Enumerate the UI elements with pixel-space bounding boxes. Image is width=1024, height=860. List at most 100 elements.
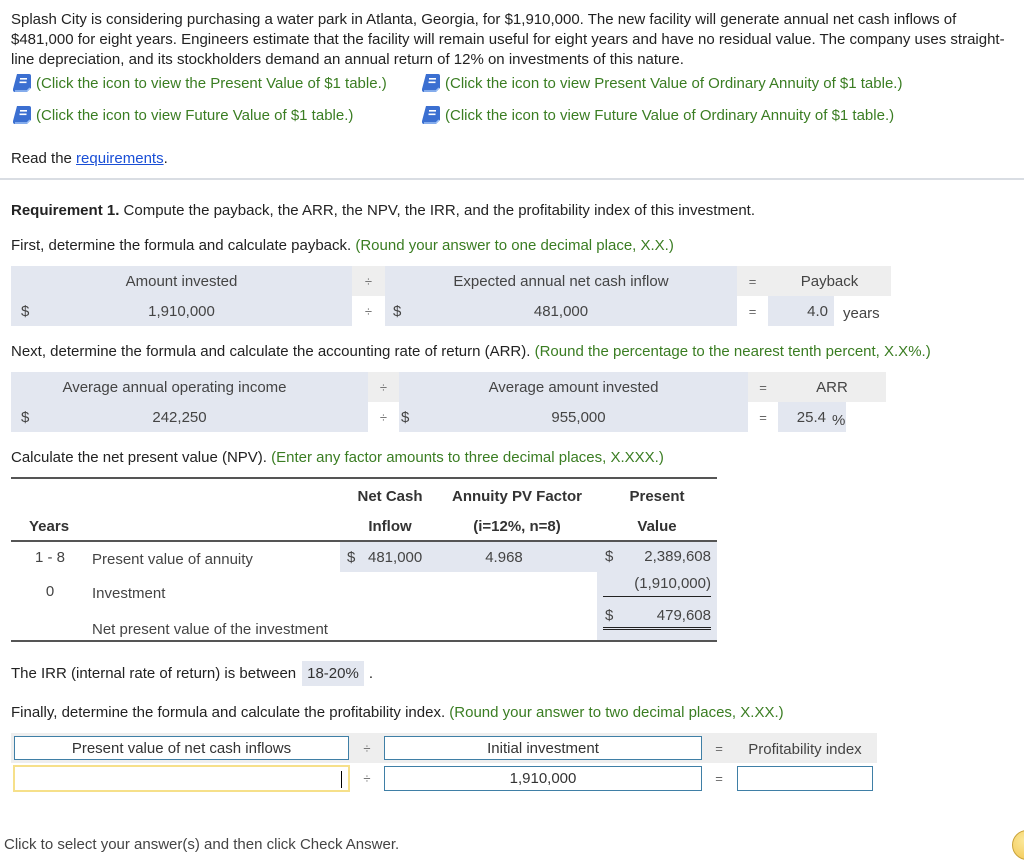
fv-annuity-table-link[interactable]: (Click the icon to view Future Value of … bbox=[420, 104, 894, 126]
annuity-factor-value[interactable]: 4.968 bbox=[434, 549, 574, 566]
present-value[interactable]: 2,389,608 bbox=[644, 548, 711, 565]
pv-header-1: Present bbox=[629, 487, 685, 505]
operating-income-value: 242,250 bbox=[152, 408, 207, 426]
operating-income-cell: $ 242,250 bbox=[11, 402, 368, 432]
avg-amount-invested-value: 955,000 bbox=[551, 408, 606, 426]
help-icon[interactable] bbox=[1012, 830, 1024, 860]
irr-range-select[interactable]: 18-20% bbox=[302, 660, 364, 686]
currency-symbol: $ bbox=[347, 548, 356, 566]
amount-invested-value: 1,910,000 bbox=[148, 302, 215, 320]
annual-inflow-value: 481,000 bbox=[533, 302, 589, 320]
currency-symbol: $ bbox=[605, 547, 614, 565]
irr-prefix: The IRR (internal rate of return) is bet… bbox=[11, 664, 297, 682]
row-label: Investment bbox=[92, 584, 166, 602]
equals-operator: = bbox=[737, 266, 768, 296]
years-cell: 1 - 8 bbox=[34, 548, 65, 566]
instruction-text: Next, determine the formula and calculat… bbox=[11, 343, 531, 360]
avg-amount-invested-header: Average amount invested bbox=[399, 372, 748, 402]
net-cash-inflow-value: 481,000 bbox=[368, 548, 423, 566]
irr-suffix: . bbox=[368, 664, 373, 682]
requirement-text: Compute the payback, the ARR, the NPV, t… bbox=[119, 202, 755, 219]
inflow-factor-cells: $ 481,000 4.968 bbox=[340, 542, 597, 572]
currency-symbol: $ bbox=[21, 408, 30, 426]
npv-instruction: Calculate the net present value (NPV). (… bbox=[11, 449, 664, 466]
hint-text: (Round the percentage to the nearest ten… bbox=[534, 343, 931, 360]
amount-invested-cell: $ 1,910,000 bbox=[11, 296, 352, 326]
table-top-rule bbox=[11, 477, 717, 479]
years-cell: 0 bbox=[45, 582, 55, 600]
profitability-index-header: Profitability index bbox=[748, 740, 862, 758]
annual-inflow-header: Expected annual net cash inflow bbox=[385, 266, 737, 296]
pv-header-2: Value bbox=[637, 517, 677, 535]
read-prefix: Read the bbox=[11, 150, 77, 167]
payback-answer-field[interactable]: 4.0 bbox=[768, 296, 834, 326]
book-icon bbox=[13, 106, 31, 124]
arr-header: ARR bbox=[778, 372, 886, 402]
requirements-link[interactable]: requirements bbox=[76, 150, 164, 167]
initial-investment-input[interactable]: 1,910,000 bbox=[384, 766, 702, 791]
divide-operator: ÷ bbox=[363, 770, 371, 786]
problem-statement: Splash City is considering purchasing a … bbox=[11, 11, 1005, 68]
pi-instruction: Finally, determine the formula and calcu… bbox=[11, 704, 784, 721]
footer-instruction: Click to select your answer(s) and then … bbox=[4, 836, 400, 853]
link-label: (Click the icon to view Future Value of … bbox=[445, 106, 895, 124]
requirement-label: Requirement 1. bbox=[11, 202, 120, 219]
instruction-text: Calculate the net present value (NPV). bbox=[11, 449, 267, 466]
table-bottom-rule bbox=[11, 640, 717, 642]
hint-text: (Round your answer to two decimal places… bbox=[449, 704, 784, 721]
investment-value[interactable]: (1,910,000) bbox=[603, 571, 711, 597]
hint-text: (Round your answer to one decimal place,… bbox=[355, 237, 674, 254]
future-value-table-link[interactable]: (Click the icon to view Future Value of … bbox=[11, 104, 353, 126]
pv-cell: $ 2,389,608 bbox=[605, 542, 711, 570]
book-icon bbox=[422, 74, 440, 92]
row-label: Present value of annuity bbox=[92, 550, 253, 568]
pv-net-inflows-header[interactable]: Present value of net cash inflows bbox=[14, 736, 349, 760]
pv-annuity-table-link[interactable]: (Click the icon to view Present Value of… bbox=[420, 72, 902, 94]
avg-amount-invested-cell: $ 955,000 bbox=[399, 402, 748, 432]
requirement-1-title: Requirement 1. Compute the payback, the … bbox=[11, 202, 755, 219]
link-label: (Click the icon to view Present Value of… bbox=[445, 74, 903, 92]
divide-operator: ÷ bbox=[363, 740, 371, 756]
payback-instruction: First, determine the formula and calcula… bbox=[11, 237, 674, 254]
divider bbox=[0, 178, 1024, 180]
factor-header-1: Annuity PV Factor bbox=[451, 487, 582, 505]
equals-operator: = bbox=[759, 409, 767, 425]
pv-net-inflows-input[interactable] bbox=[13, 765, 350, 792]
irr-statement: The IRR (internal rate of return) is bet… bbox=[11, 659, 373, 687]
read-requirements: Read the requirements. bbox=[11, 150, 168, 167]
amount-invested-header: Amount invested bbox=[11, 266, 352, 296]
divide-operator: ÷ bbox=[364, 303, 373, 319]
divide-operator: ÷ bbox=[379, 409, 388, 425]
read-suffix: . bbox=[163, 150, 168, 167]
npv-cell: $ 479,608 bbox=[603, 604, 711, 630]
currency-symbol: $ bbox=[401, 408, 410, 426]
equals-operator: = bbox=[748, 372, 778, 402]
book-icon bbox=[13, 74, 31, 92]
net-cash-header-2: Inflow bbox=[368, 517, 412, 535]
link-label: (Click the icon to view the Present Valu… bbox=[36, 74, 387, 92]
currency-symbol: $ bbox=[605, 607, 614, 624]
annual-inflow-cell: $ 481,000 bbox=[385, 296, 737, 326]
profitability-index-input[interactable] bbox=[737, 766, 873, 791]
initial-investment-header[interactable]: Initial investment bbox=[384, 736, 702, 760]
equals-operator: = bbox=[748, 303, 757, 319]
payback-header: Payback bbox=[768, 266, 891, 296]
net-cash-header-1: Net Cash bbox=[357, 487, 423, 505]
arr-instruction: Next, determine the formula and calculat… bbox=[11, 343, 931, 360]
divide-operator: ÷ bbox=[368, 372, 399, 402]
instruction-text: First, determine the formula and calcula… bbox=[11, 237, 352, 254]
currency-symbol: $ bbox=[21, 302, 30, 320]
text-caret bbox=[341, 771, 342, 788]
instruction-text: Finally, determine the formula and calcu… bbox=[11, 704, 446, 721]
divide-operator: ÷ bbox=[352, 266, 385, 296]
years-header: Years bbox=[29, 517, 70, 535]
equals-operator: = bbox=[715, 740, 723, 756]
link-label: (Click the icon to view Future Value of … bbox=[36, 106, 354, 124]
percent-unit: % bbox=[832, 411, 846, 429]
present-value-table-link[interactable]: (Click the icon to view the Present Valu… bbox=[11, 72, 387, 94]
net-present-value[interactable]: 479,608 bbox=[657, 607, 711, 624]
factor-header-2: (i=12%, n=8) bbox=[473, 517, 561, 535]
currency-symbol: $ bbox=[393, 302, 402, 320]
equals-operator: = bbox=[715, 770, 723, 786]
hint-text: (Enter any factor amounts to three decim… bbox=[271, 449, 664, 466]
